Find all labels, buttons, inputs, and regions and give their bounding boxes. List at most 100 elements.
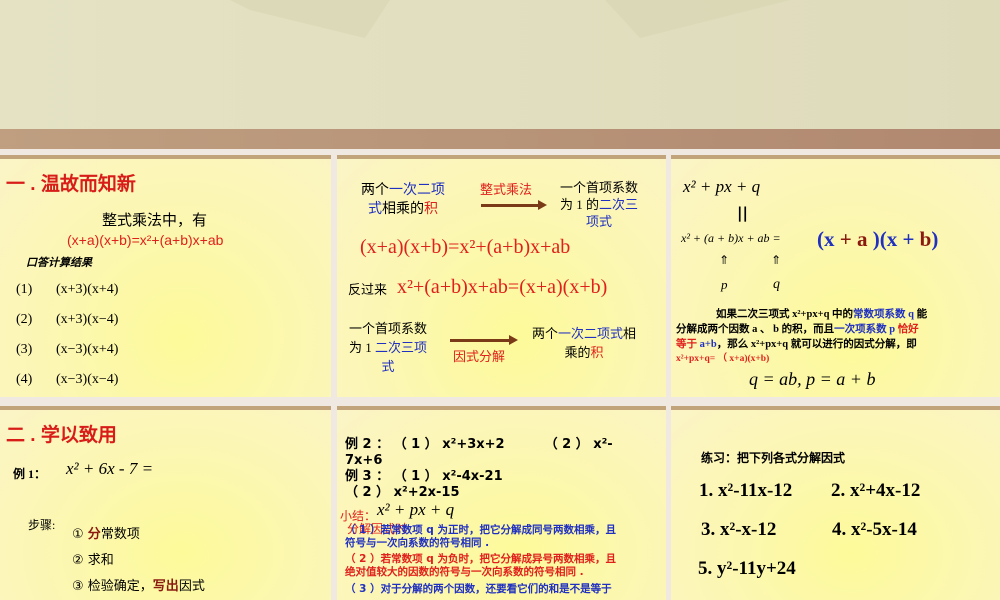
exercise-item: 3. x²-x-12 xyxy=(701,519,777,540)
text: a+b xyxy=(699,339,717,350)
item-number: (4) xyxy=(16,372,33,387)
rule-text: 符号与一次向系数的符号相同 . xyxy=(345,537,490,549)
rule-text: （ 1 ）若常数项 q 为正时，把它分解成同号两数相乘，且 xyxy=(345,524,616,536)
text: 常数项 xyxy=(100,527,140,542)
slide-thumbnail-6[interactable]: 练习：把下列各式分解因式 1. x²-11x-12 2. x²+4x-12 3.… xyxy=(671,406,1000,600)
q-label: q xyxy=(773,277,780,292)
list-item: (3) (x−3)(x+4) xyxy=(16,335,118,365)
text: 为 1 xyxy=(349,340,376,355)
text: 积 xyxy=(424,202,438,217)
decorative-texture xyxy=(230,0,790,38)
text: 两个 xyxy=(361,183,389,198)
rule-text: （ 2 ）若常数项 q 为负时，把它分解成异号两数相乘，且 xyxy=(345,553,616,565)
expanded-form: x² + (a + b)x + ab = xyxy=(681,231,781,245)
header-band xyxy=(0,129,1000,149)
item-expr: (x−3)(x+4) xyxy=(56,342,119,357)
result-formula: q = ab, p = a + b xyxy=(749,369,876,389)
text: 二次三 xyxy=(599,197,639,212)
text: 分解成两个因数 a 、 b 的积，而且 xyxy=(676,324,835,335)
up-arrow-icon: ⇑ xyxy=(771,253,782,267)
example-expression: x² + 6x - 7 = xyxy=(66,459,154,478)
item-expr: (x−3)(x−4) xyxy=(56,372,119,387)
rules: （ 1 ）若常数项 q 为正时，把它分解成同号两数相乘，且 符号与一次向系数的符… xyxy=(345,524,616,596)
text: （ 2 ） x²- xyxy=(544,437,613,452)
slide-thumbnail-5[interactable]: 例 2 ： （ 1 ） x²+3x+2 （ 2 ） x²- 7x+6 例 3 ： … xyxy=(337,406,666,600)
text: 例 3 ： （ 1 ） x²-4x-21 xyxy=(345,469,503,484)
text: ① xyxy=(72,527,88,542)
factored-form: (x + a )(x + b) xyxy=(817,227,938,252)
slide-thumbnail-4[interactable]: 二 . 学以致用 例 1： x² + 6x - 7 = 步骤: ① 分常数项 ②… xyxy=(0,406,331,600)
text: 为 1 的 xyxy=(560,197,600,212)
exercise-list: (1) (x+3)(x+4) (2) (x+3)(x−4) (3) (x−3)(x+4… xyxy=(16,275,118,395)
text: 能 xyxy=(916,309,928,320)
equation-1: (x+a)(x+b)=x²+(a+b)x+ab xyxy=(360,236,571,258)
text: 因式 xyxy=(178,579,205,594)
steps-label: 步骤: xyxy=(28,518,56,532)
examples-block: 例 2 ： （ 1 ） x²+3x+2 （ 2 ） x²- 7x+6 例 3 ： … xyxy=(345,437,613,501)
item-number: (2) xyxy=(16,312,33,327)
item-number: (1) xyxy=(16,282,33,297)
text: ) xyxy=(931,227,939,251)
text: (x xyxy=(817,227,840,251)
text: 乘的 xyxy=(564,345,591,360)
text: )(x + xyxy=(872,227,920,251)
arrow-label-factor: 因式分解 xyxy=(453,350,506,365)
text: 一次项系数 p xyxy=(834,324,896,335)
slide-title: 二 . 学以致用 xyxy=(6,425,117,446)
slide-thumbnail-1[interactable]: 一 . 温故而知新 整式乘法中，有 (x+a)(x+b)=x²+(a+b)x+a… xyxy=(0,155,331,397)
item-expr: (x+3)(x+4) xyxy=(56,282,119,297)
subtitle: 整式乘法中，有 xyxy=(102,213,208,229)
text: （ 2 ） x²+2x-15 xyxy=(345,485,460,500)
text: 等于 xyxy=(676,339,697,350)
trinomial-text: 一个首项系数 为 1 的二次三 项式 xyxy=(560,179,638,230)
text: 例 2 ： （ 1 ） x²+3x+2 xyxy=(345,437,505,452)
text: 一个首项系数 xyxy=(560,180,639,195)
p-label: p xyxy=(721,277,728,292)
arrow-right-icon xyxy=(481,200,547,210)
arrow-right-icon xyxy=(450,335,518,345)
product-text-2: 两个一次二项式相 乘的积 xyxy=(532,324,636,362)
exercise-item: 2. x²+4x-12 xyxy=(831,480,921,501)
item-number: (3) xyxy=(16,342,33,357)
step-item: ③ 检验确定，写出因式 xyxy=(72,574,205,600)
product-text: 两个一次二项 式相乘的积 xyxy=(361,181,445,219)
summary-expression: x² + px + q xyxy=(377,500,455,519)
exercise-label: 练习：把下列各式分解因式 xyxy=(701,451,846,465)
formula: (x+a)(x+b)=x²+(a+b)x+ab xyxy=(67,232,224,248)
text: ，那么 x²+px+q 就可以进行的因式分解，即 xyxy=(716,339,917,350)
text: 7x+6 xyxy=(345,453,383,468)
slide-thumbnail-2[interactable]: 两个一次二项 式相乘的积 整式乘法 一个首项系数 为 1 的二次三 项式 (x+… xyxy=(337,155,666,397)
list-item: (2) (x+3)(x−4) xyxy=(16,305,118,335)
exercise-item: 5. y²-11y+24 xyxy=(698,558,796,579)
text: 相 xyxy=(623,326,637,341)
trinomial: x² + px + q xyxy=(683,177,761,196)
text: ③ 检验确定， xyxy=(72,579,153,594)
equation-2: x²+(a+b)x+ab=(x+a)(x+b) xyxy=(397,276,608,298)
text: 一次二项式 xyxy=(558,326,624,341)
arrow-label-multiply: 整式乘法 xyxy=(480,183,533,198)
text: 两个 xyxy=(532,326,559,341)
text: 一个首项系数 xyxy=(349,321,428,336)
slide-title: 一 . 温故而知新 xyxy=(6,174,136,195)
text: （ x+a)(x+b) xyxy=(717,354,770,364)
equals-sign: || xyxy=(737,204,748,222)
exercise-item: 1. x²-11x-12 xyxy=(699,480,793,501)
text: 如果二次三项式 x²+px+q 中的 xyxy=(716,309,854,320)
text: 二次三项 xyxy=(375,340,428,355)
text: 积 xyxy=(590,345,604,360)
text: 常数项系数 q xyxy=(853,309,915,320)
trinomial-text-2: 一个首项系数 为 1 二次三项 式 xyxy=(349,319,427,376)
text: 恰好 xyxy=(897,324,919,335)
step-item: ② 求和 xyxy=(72,548,205,574)
up-arrow-icon: ⇑ xyxy=(719,253,730,267)
list-item: (4) (x−3)(x−4) xyxy=(16,365,118,395)
text: x²+px+q= xyxy=(676,354,716,364)
text: 相乘的 xyxy=(382,202,424,217)
text: 分 xyxy=(87,527,101,542)
exercise-item: 4. x²-5x-14 xyxy=(832,519,917,540)
text: ② 求和 xyxy=(72,553,114,568)
text: 写出 xyxy=(152,579,179,594)
slide-thumbnail-3[interactable]: x² + px + q || x² + (a + b)x + ab = (x +… xyxy=(671,155,1000,397)
text: 式 xyxy=(381,359,395,374)
example-label: 例 1： xyxy=(13,467,47,481)
